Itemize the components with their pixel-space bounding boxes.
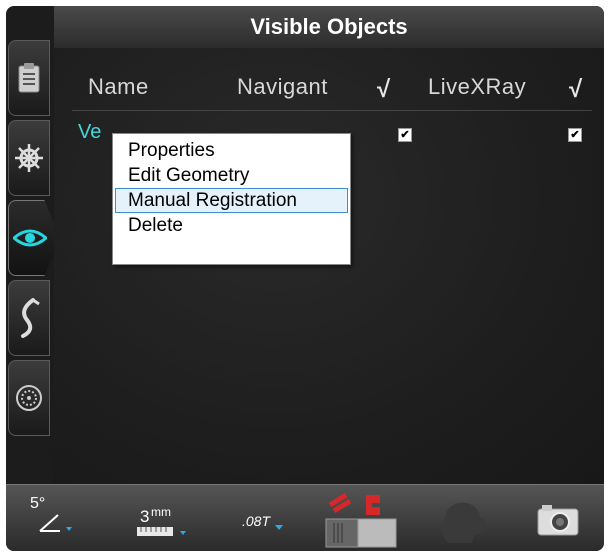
tab-clipboard[interactable] (8, 40, 50, 116)
navigant-check-all-icon[interactable]: √ (377, 76, 390, 104)
menu-item-edit-geometry[interactable]: Edit Geometry (115, 163, 348, 188)
device-silhouette-icon (432, 495, 492, 550)
app-window: Visible Objects Name Navigant √ LiveXRay… (6, 6, 604, 551)
tab-catheter[interactable] (8, 280, 50, 356)
column-header-name: Name (88, 74, 149, 99)
camera-icon (536, 501, 580, 542)
distance-unit: mm (151, 505, 171, 519)
snapshot-button[interactable] (526, 485, 586, 551)
angle-step-control[interactable]: 5° (22, 485, 92, 551)
ruler-icon (136, 525, 196, 544)
column-header-row: Name Navigant √ LiveXRay √ (54, 68, 604, 108)
field-strength-control[interactable]: .08T (236, 485, 296, 551)
tab-target[interactable] (8, 360, 50, 436)
eye-icon (13, 228, 47, 248)
object-name[interactable]: Ve (78, 121, 101, 144)
magnet-toggle[interactable] (322, 485, 402, 551)
context-menu: Properties Edit Geometry Manual Registra… (112, 133, 351, 265)
livexray-check-all-icon[interactable]: √ (569, 76, 582, 104)
column-header-livexray: LiveXRay (428, 74, 527, 99)
device-status-control[interactable] (426, 485, 496, 551)
distance-step-control[interactable]: 3 mm (126, 485, 196, 551)
tab-visible-objects[interactable] (8, 200, 60, 276)
distance-value: 3 (140, 507, 150, 526)
chevron-down-icon (274, 519, 284, 537)
magnet-icon (322, 489, 402, 551)
bottom-toolbar: 5° 3 mm .08T (6, 484, 604, 551)
clipboard-icon (17, 62, 41, 94)
helm-wheel-icon (14, 143, 44, 173)
panel-title: Visible Objects (54, 6, 604, 48)
field-strength-value: .08T (242, 513, 271, 529)
navigant-visible-checkbox[interactable]: ✔ (398, 128, 412, 142)
tab-helm[interactable] (8, 120, 50, 196)
column-header-navigant: Navigant (237, 74, 328, 99)
catheter-icon (15, 298, 43, 338)
angle-icon (36, 511, 76, 540)
header-divider (72, 110, 592, 111)
menu-item-manual-registration[interactable]: Manual Registration (115, 188, 348, 213)
target-icon (14, 383, 44, 413)
menu-item-properties[interactable]: Properties (115, 138, 348, 163)
livexray-visible-checkbox[interactable]: ✔ (568, 128, 582, 142)
menu-item-delete[interactable]: Delete (115, 213, 348, 238)
